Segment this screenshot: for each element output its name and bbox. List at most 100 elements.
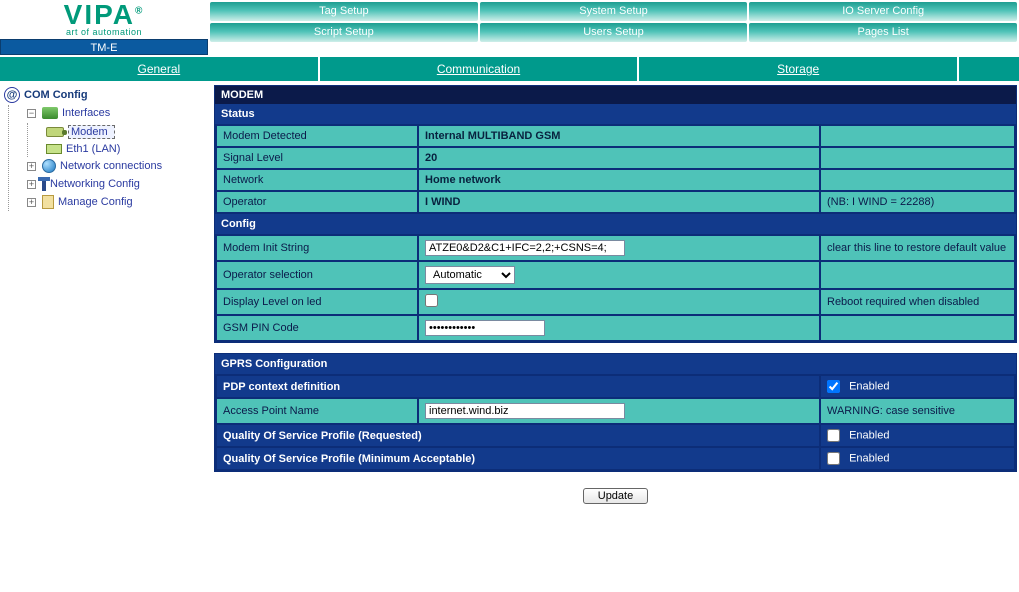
label: Operator bbox=[217, 192, 417, 212]
label: Operator selection bbox=[217, 262, 417, 288]
interfaces-icon bbox=[42, 107, 58, 119]
content: MODEM Status Modem Detected Internal MUL… bbox=[208, 81, 1019, 522]
sidebar-root[interactable]: @ COM Config bbox=[4, 87, 204, 103]
sidebar-item-interfaces[interactable]: − Interfaces bbox=[23, 105, 204, 121]
value bbox=[419, 316, 819, 340]
note: WARNING: case sensitive bbox=[821, 399, 1014, 423]
at-icon: @ bbox=[4, 87, 20, 103]
tab-system-setup[interactable]: System Setup bbox=[480, 2, 748, 21]
product-label: TM-E bbox=[91, 42, 118, 54]
sidebar-item-manage-config[interactable]: + Manage Config bbox=[23, 193, 204, 211]
enabled-label: Enabled bbox=[849, 430, 889, 442]
note: clear this line to restore default value bbox=[821, 236, 1014, 260]
modem-panel: MODEM Status Modem Detected Internal MUL… bbox=[214, 85, 1017, 343]
label: Display Level on led bbox=[217, 290, 417, 314]
sidebar-item-label: Interfaces bbox=[62, 107, 110, 119]
row-apn: Access Point Name WARNING: case sensitiv… bbox=[217, 399, 1014, 423]
collapse-icon[interactable]: − bbox=[27, 109, 36, 118]
subnav-storage[interactable]: Storage bbox=[639, 57, 957, 81]
manage-config-icon bbox=[42, 195, 54, 209]
subnav-communication[interactable]: Communication bbox=[320, 57, 638, 81]
update-button[interactable]: Update bbox=[583, 488, 648, 504]
qos-min-checkbox[interactable] bbox=[827, 452, 840, 465]
value bbox=[419, 290, 819, 314]
value: Home network bbox=[419, 170, 819, 190]
sidebar-item-label: Networking Config bbox=[50, 178, 140, 190]
note: Reboot required when disabled bbox=[821, 290, 1014, 314]
row-operator: Operator I WIND (NB: I WIND = 22288) bbox=[217, 192, 1014, 212]
modem-init-input[interactable] bbox=[425, 240, 625, 256]
label: Quality Of Service Profile (Requested) bbox=[217, 425, 819, 446]
row-display-level-led: Display Level on led Reboot required whe… bbox=[217, 290, 1014, 314]
label: Signal Level bbox=[217, 148, 417, 168]
row-qos-minimum: Quality Of Service Profile (Minimum Acce… bbox=[217, 448, 1014, 469]
value: Internal MULTIBAND GSM bbox=[419, 126, 819, 146]
value bbox=[419, 399, 819, 423]
row-pdp-context: PDP context definition Enabled bbox=[217, 376, 1014, 397]
brand-name: VIPA bbox=[64, 0, 135, 30]
product-band: TM-E bbox=[0, 39, 208, 55]
main-area: @ COM Config − Interfaces Modem Eth1 (LA… bbox=[0, 81, 1019, 522]
pdp-enabled-checkbox[interactable] bbox=[827, 380, 840, 393]
display-led-checkbox[interactable] bbox=[425, 294, 438, 307]
sidebar-item-networking-config[interactable]: + Networking Config bbox=[23, 175, 204, 193]
row-operator-selection: Operator selection Automatic bbox=[217, 262, 1014, 288]
value: Automatic bbox=[419, 262, 819, 288]
tab-io-server[interactable]: IO Server Config bbox=[749, 2, 1017, 21]
row-modem-detected: Modem Detected Internal MULTIBAND GSM bbox=[217, 126, 1014, 146]
note bbox=[821, 170, 1014, 190]
label: Access Point Name bbox=[217, 399, 417, 423]
networking-config-icon bbox=[42, 177, 46, 191]
qos-req-checkbox[interactable] bbox=[827, 429, 840, 442]
subnav-general[interactable]: General bbox=[0, 57, 318, 81]
sidebar-item-network-connections[interactable]: + Network connections bbox=[23, 157, 204, 175]
operator-select[interactable]: Automatic bbox=[425, 266, 515, 284]
top-bar: VIPA® art of automation TM-E Tag Setup S… bbox=[0, 0, 1019, 55]
expand-icon[interactable]: + bbox=[27, 180, 36, 189]
note bbox=[821, 148, 1014, 168]
enabled-cell: Enabled bbox=[821, 376, 1014, 397]
modem-icon bbox=[46, 127, 64, 137]
modem-title: MODEM bbox=[215, 86, 1016, 104]
enabled-cell: Enabled bbox=[821, 448, 1014, 469]
label: Modem Detected bbox=[217, 126, 417, 146]
sub-nav: General Communication Storage bbox=[0, 57, 1019, 81]
enabled-label: Enabled bbox=[849, 453, 889, 465]
sidebar-item-modem[interactable]: Modem bbox=[42, 123, 204, 141]
note: (NB: I WIND = 22288) bbox=[821, 192, 1014, 212]
gprs-panel: GPRS Configuration PDP context definitio… bbox=[214, 353, 1017, 472]
row-gsm-pin: GSM PIN Code bbox=[217, 316, 1014, 340]
tab-pages-list[interactable]: Pages List bbox=[749, 23, 1017, 42]
label: Modem Init String bbox=[217, 236, 417, 260]
sidebar-item-eth1[interactable]: Eth1 (LAN) bbox=[42, 141, 204, 157]
row-signal-level: Signal Level 20 bbox=[217, 148, 1014, 168]
enabled-label: Enabled bbox=[849, 381, 889, 393]
row-qos-requested: Quality Of Service Profile (Requested) E… bbox=[217, 425, 1014, 446]
gprs-title: GPRS Configuration bbox=[215, 354, 1016, 374]
config-header: Config bbox=[215, 214, 1016, 234]
logo-block: VIPA® art of automation TM-E bbox=[0, 0, 208, 55]
note bbox=[821, 126, 1014, 146]
label: Quality Of Service Profile (Minimum Acce… bbox=[217, 448, 819, 469]
ethernet-icon bbox=[46, 144, 62, 154]
brand-logo: VIPA® bbox=[0, 2, 208, 27]
sidebar-item-label: Manage Config bbox=[58, 196, 133, 208]
sidebar-root-label: COM Config bbox=[24, 89, 88, 101]
expand-icon[interactable]: + bbox=[27, 162, 36, 171]
row-modem-init: Modem Init String clear this line to res… bbox=[217, 236, 1014, 260]
row-network: Network Home network bbox=[217, 170, 1014, 190]
note bbox=[821, 316, 1014, 340]
sidebar: @ COM Config − Interfaces Modem Eth1 (LA… bbox=[0, 81, 208, 522]
tab-script-setup[interactable]: Script Setup bbox=[210, 23, 478, 42]
sidebar-item-label: Eth1 (LAN) bbox=[66, 143, 120, 155]
apn-input[interactable] bbox=[425, 403, 625, 419]
value bbox=[419, 236, 819, 260]
gsm-pin-input[interactable] bbox=[425, 320, 545, 336]
tab-users-setup[interactable]: Users Setup bbox=[480, 23, 748, 42]
label: PDP context definition bbox=[217, 376, 819, 397]
sidebar-item-label: Modem bbox=[68, 125, 115, 139]
tab-tag-setup[interactable]: Tag Setup bbox=[210, 2, 478, 21]
enabled-cell: Enabled bbox=[821, 425, 1014, 446]
expand-icon[interactable]: + bbox=[27, 198, 36, 207]
status-table: Modem Detected Internal MULTIBAND GSM Si… bbox=[215, 124, 1016, 214]
